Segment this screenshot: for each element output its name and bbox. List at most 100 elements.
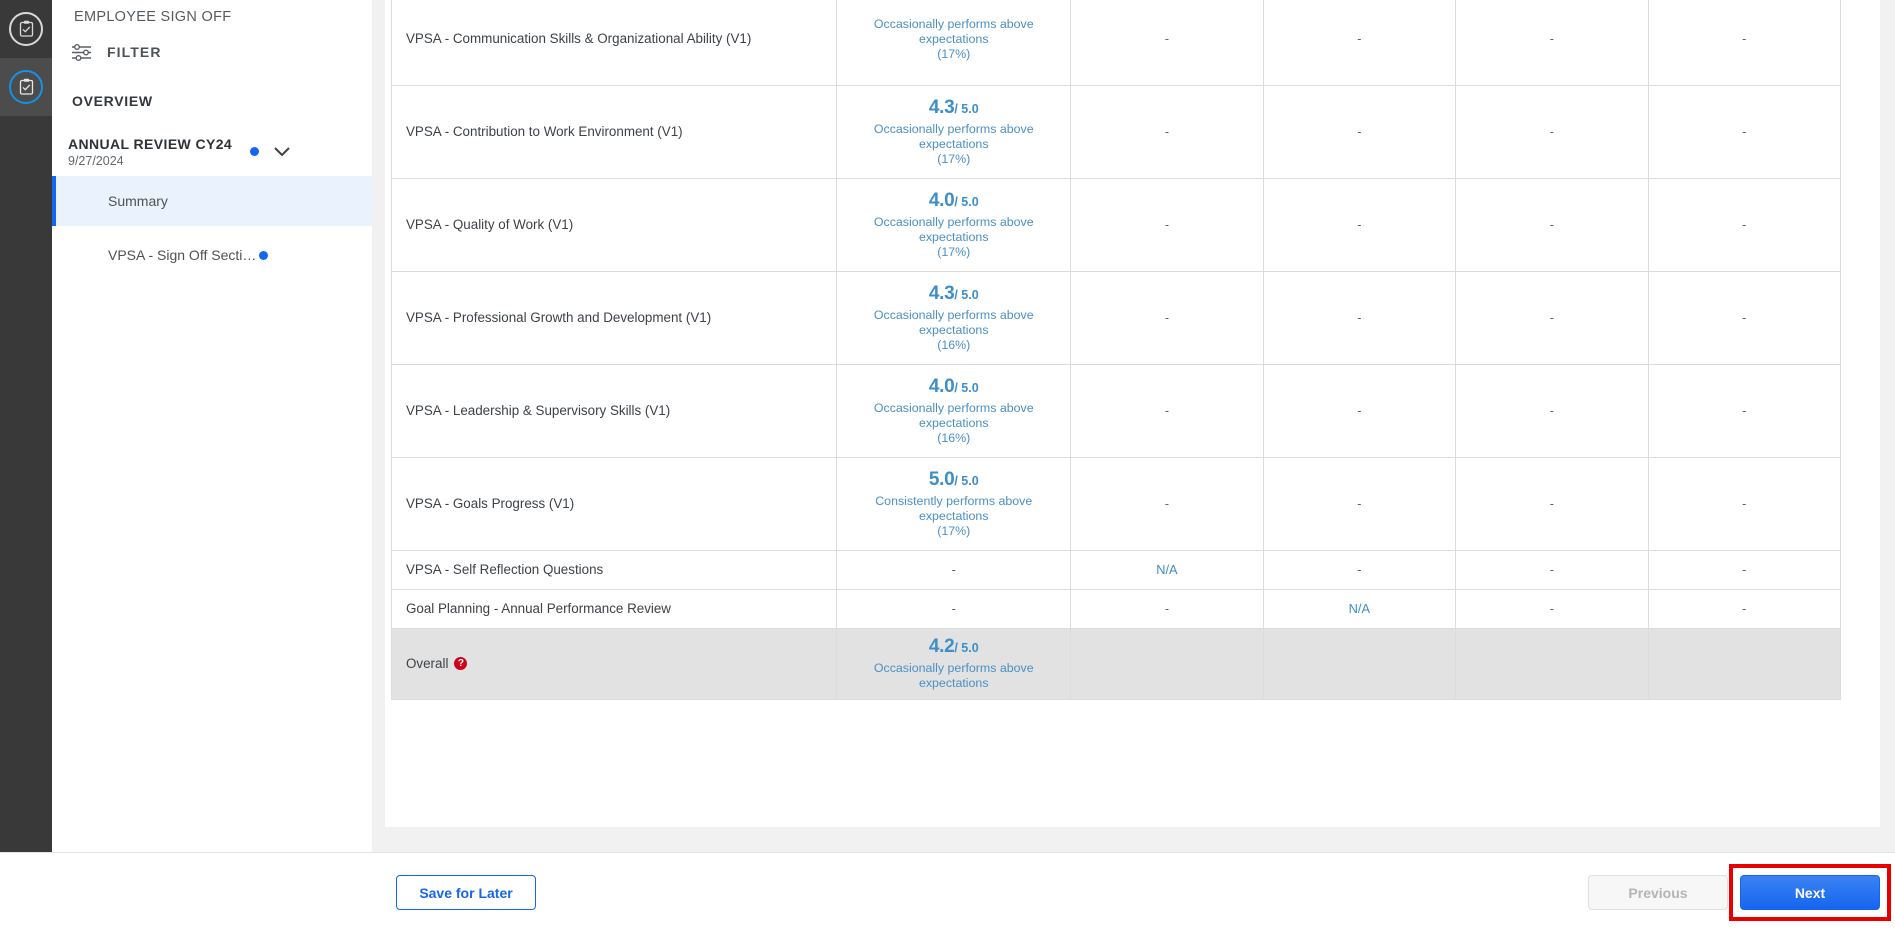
cell-value: N/A <box>1349 601 1370 616</box>
previous-button[interactable]: Previous <box>1588 875 1728 910</box>
footer-bar: Save for Later Previous Next <box>0 852 1895 931</box>
cell-value: - <box>1357 311 1361 325</box>
row-name: VPSA - Self Reflection Questions <box>406 562 603 577</box>
row-col-3: - <box>1456 86 1648 179</box>
cell-value: - <box>1357 218 1361 232</box>
row-col-2: - <box>1263 272 1455 365</box>
cell-value: - <box>1165 32 1169 46</box>
row-col-4: - <box>1648 458 1840 551</box>
help-icon[interactable]: ? <box>454 657 467 670</box>
row-col-1: - <box>1071 86 1263 179</box>
cell-value: - <box>1550 602 1554 616</box>
overall-col-4 <box>1648 629 1840 700</box>
row-col-1: - <box>1071 365 1263 458</box>
cell-value: - <box>1550 311 1554 325</box>
overall-score-max: / 5.0 <box>954 641 978 655</box>
row-score: 4.0 <box>929 376 955 397</box>
row-col-2: - <box>1263 179 1455 272</box>
row-col-3: - <box>1456 272 1648 365</box>
cell-value: - <box>1742 32 1746 46</box>
review-status-dot <box>250 147 259 156</box>
row-col-4: - <box>1648 590 1840 629</box>
sidebar: EMPLOYEE SIGN OFF FILTER OVERVIEW ANNUAL… <box>52 0 372 931</box>
cell-value: - <box>1165 311 1169 325</box>
row-name: VPSA - Leadership & Supervisory Skills (… <box>406 403 670 418</box>
row-col-4: - <box>1648 365 1840 458</box>
cell-value: - <box>1357 125 1361 139</box>
table-row: VPSA - Self Reflection Questions - N/A -… <box>392 551 1841 590</box>
summary-table-body: VPSA - Communication Skills & Organizati… <box>392 0 1841 700</box>
row-name-cell: VPSA - Goals Progress (V1) <box>392 458 837 551</box>
clipboard-check-glyph <box>18 78 35 96</box>
row-score-line: 5.0/ 5.0 <box>841 470 1066 491</box>
review-group-date: 9/27/2024 <box>68 154 124 168</box>
overall-label: Overall <box>406 656 448 671</box>
row-name-cell: VPSA - Communication Skills & Organizati… <box>392 0 837 86</box>
cell-value: - <box>1550 497 1554 511</box>
row-col-3: - <box>1456 551 1648 590</box>
row-rating-desc: Occasionally performs above expectations <box>841 401 1066 432</box>
row-score-max: / 5.0 <box>954 474 978 488</box>
sidebar-item-label: VPSA - Sign Off Secti… <box>52 247 256 263</box>
rail-item-reviews[interactable] <box>0 0 52 58</box>
cell-value: - <box>1742 311 1746 325</box>
table-row: VPSA - Communication Skills & Organizati… <box>392 0 1841 86</box>
sidebar-title: EMPLOYEE SIGN OFF <box>74 9 231 25</box>
row-rating-weight: (17%) <box>841 245 1066 259</box>
row-score-line: 4.3/ 5.0 <box>841 284 1066 305</box>
row-rating-weight: (17%) <box>841 47 1066 61</box>
row-col-3: - <box>1456 458 1648 551</box>
row-name: VPSA - Contribution to Work Environment … <box>406 124 683 139</box>
sidebar-item-vpsa-sign-off-section[interactable]: VPSA - Sign Off Secti… <box>52 230 372 280</box>
row-col-3: - <box>1456 590 1648 629</box>
row-rating-cell: - <box>837 551 1071 590</box>
cell-value: - <box>1742 404 1746 418</box>
sidebar-item-summary[interactable]: Summary <box>52 176 372 226</box>
row-rating-cell: 5.0/ 5.0 Consistently performs above exp… <box>837 458 1071 551</box>
row-score: 4.3 <box>929 283 955 304</box>
table-row: Goal Planning - Annual Performance Revie… <box>392 590 1841 629</box>
row-rating-cell: 4.0/ 5.0 Occasionally performs above exp… <box>837 365 1071 458</box>
overall-score-line: 4.2/ 5.0 <box>841 637 1066 658</box>
cell-value: - <box>1165 497 1169 511</box>
review-group-annual-review[interactable]: ANNUAL REVIEW CY24 9/27/2024 <box>52 131 372 176</box>
row-score: 4.0 <box>929 190 955 211</box>
row-rating-cell: Occasionally performs above expectations… <box>837 0 1071 86</box>
clipboard-check-icon <box>9 12 43 46</box>
rail-item-sign-off[interactable] <box>0 58 52 116</box>
row-name: VPSA - Goals Progress (V1) <box>406 496 574 511</box>
row-col-1: - <box>1071 590 1263 629</box>
cell-value: - <box>1165 404 1169 418</box>
cell-value: - <box>1357 497 1361 511</box>
row-col-4: - <box>1648 0 1840 86</box>
cell-value: - <box>1165 125 1169 139</box>
filter-icon <box>71 44 93 61</box>
cell-value: - <box>1357 32 1361 46</box>
row-rating-cell: 4.0/ 5.0 Occasionally performs above exp… <box>837 179 1071 272</box>
row-name-cell: VPSA - Contribution to Work Environment … <box>392 86 837 179</box>
cell-value: - <box>1742 602 1746 616</box>
row-rating-desc: Occasionally performs above expectations <box>841 215 1066 246</box>
sidebar-item-label: Summary <box>56 193 168 209</box>
employee-sign-off-page: EMPLOYEE SIGN OFF FILTER OVERVIEW ANNUAL… <box>0 0 1895 931</box>
row-score-line: 4.3/ 5.0 <box>841 98 1066 119</box>
save-for-later-button[interactable]: Save for Later <box>396 875 536 910</box>
row-name: Goal Planning - Annual Performance Revie… <box>406 601 671 616</box>
next-button[interactable]: Next <box>1740 875 1880 910</box>
row-col-2: - <box>1263 0 1455 86</box>
chevron-down-icon[interactable] <box>270 139 294 163</box>
row-col-2: - <box>1263 458 1455 551</box>
row-name-cell: VPSA - Leadership & Supervisory Skills (… <box>392 365 837 458</box>
row-col-4: - <box>1648 86 1840 179</box>
overall-label-wrap: Overall ? <box>406 656 467 671</box>
filter-button[interactable]: FILTER <box>71 38 271 66</box>
cell-value: - <box>1357 404 1361 418</box>
row-col-1: - <box>1071 179 1263 272</box>
row-score-max: / 5.0 <box>954 102 978 116</box>
cell-value: - <box>1165 602 1169 616</box>
row-rating-weight: (17%) <box>841 524 1066 538</box>
row-col-3: - <box>1456 179 1648 272</box>
row-rating-cell: - <box>837 590 1071 629</box>
cell-value: - <box>1550 32 1554 46</box>
overall-rating-cell: 4.2/ 5.0 Occasionally performs above exp… <box>837 629 1071 700</box>
